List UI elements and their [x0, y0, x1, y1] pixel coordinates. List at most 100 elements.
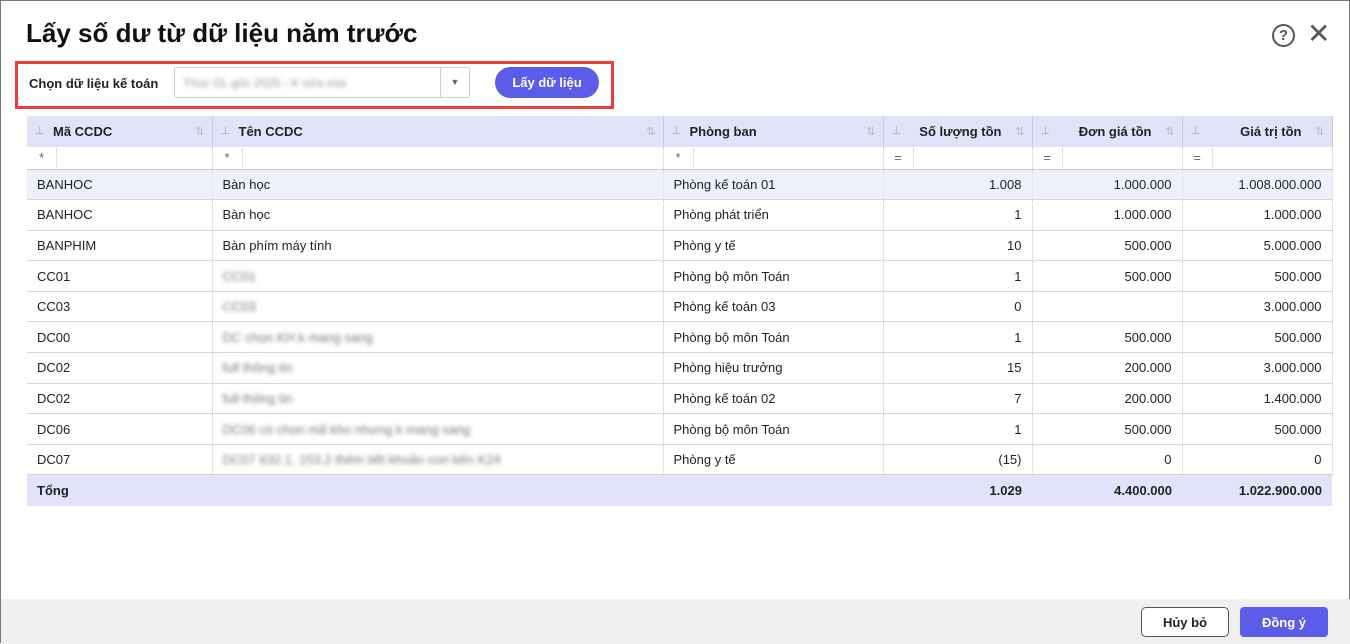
table-cell: 1: [883, 260, 1033, 292]
cell-text: CC03: [222, 299, 256, 315]
table-cell: 3.000.000: [1182, 352, 1333, 384]
table-row[interactable]: DC00 DC chọn KH k mang sang Phòng bộ môn T…: [27, 321, 1333, 354]
chevron-down-icon[interactable]: ▼: [440, 68, 469, 97]
pin-icon[interactable]: ⊥: [221, 124, 231, 137]
table-cell: 0: [1182, 444, 1333, 476]
cancel-button[interactable]: Hủy bỏ: [1141, 607, 1229, 637]
cell-text: BANHOC: [37, 176, 93, 192]
cell-text: full thông tin: [222, 390, 293, 406]
column-filter[interactable]: =: [883, 147, 1033, 170]
column-header[interactable]: ⊥ Tên CCDC ⇅: [212, 116, 664, 147]
column-filter[interactable]: *: [27, 147, 213, 170]
cell-text: 500.000: [1274, 268, 1322, 284]
table-row[interactable]: BANHOC Bàn học Phòng phát triển 1 1.000.000 1…: [27, 199, 1333, 231]
table-row[interactable]: DC06 DC06 có chọn mã kho nhưng k mang san…: [27, 413, 1333, 445]
sort-icon[interactable]: ⇅: [1165, 125, 1174, 138]
table-row[interactable]: BANHOC Bàn học Phòng kế toán 01 1.008 1.000.…: [27, 169, 1333, 201]
table-cell: 500.000: [1182, 321, 1333, 354]
table-row[interactable]: CC01 CC01 Phòng bộ môn Toán 1 500.000 500.000: [27, 260, 1333, 292]
table-cell: Phòng y tế: [663, 230, 884, 262]
table-cell: Phòng hiệu trưởng: [663, 352, 884, 384]
table-cell: Phòng kế toán 01: [663, 169, 884, 201]
cell-text: 1: [1014, 268, 1022, 284]
table-cell: Phòng y tế: [663, 444, 884, 476]
dialog-footer: Hủy bỏ Đồng ý: [1, 599, 1350, 644]
filter-operator[interactable]: *: [213, 147, 243, 168]
ok-button[interactable]: Đồng ý: [1240, 607, 1328, 637]
table-row[interactable]: BANPHIM Bàn phím máy tính Phòng y tế 10 500.…: [27, 230, 1333, 262]
table-cell: DC07 632.1, 153.2 thêm tiết khoản con bê…: [212, 444, 664, 476]
filter-operator[interactable]: =: [884, 147, 914, 168]
filter-operator[interactable]: *: [27, 147, 57, 168]
table-row[interactable]: DC02 full thông tin Phòng hiệu trưởng 15 200…: [27, 352, 1333, 384]
pin-icon[interactable]: ⊥: [35, 124, 45, 137]
sort-icon[interactable]: ⇅: [1315, 125, 1324, 138]
cell-text: Phòng y tế: [673, 237, 736, 253]
cell-text: 500.000: [1274, 329, 1322, 345]
cell-text: full thông tin: [222, 360, 293, 376]
column-header[interactable]: ⊥ Đơn giá tồn ⇅: [1032, 116, 1183, 147]
table-cell: 500.000: [1032, 260, 1183, 292]
table-cell: 1.400.000: [1182, 383, 1333, 415]
cell-text: 3.000.000: [1263, 299, 1322, 315]
column-filter[interactable]: *: [212, 147, 664, 170]
table-cell: CC03: [212, 291, 664, 323]
filter-operator[interactable]: *: [664, 147, 694, 168]
sort-icon[interactable]: ⇅: [195, 125, 204, 138]
cell-text: (15): [998, 452, 1022, 468]
cell-text: 1: [1014, 207, 1022, 223]
cell-text: 10: [1007, 237, 1022, 253]
sort-icon[interactable]: ⇅: [1015, 125, 1024, 138]
data-source-label: Chọn dữ liệu kế toán: [29, 76, 159, 91]
cell-text: 1.000.000: [1113, 176, 1172, 192]
table-cell: 500.000: [1032, 321, 1183, 354]
table-cell: [1032, 291, 1183, 323]
cell-text: 200.000: [1124, 390, 1172, 406]
data-source-select[interactable]: Thuc DL gốc 2025 - K sửa xóa ▼: [174, 67, 470, 98]
cell-text: 1.000.000: [1113, 207, 1172, 223]
table-row[interactable]: DC07 DC07 632.1, 153.2 thêm tiết khoản co…: [27, 444, 1333, 476]
table-cell: Bàn phím máy tính: [212, 230, 664, 262]
cell-text: 500.000: [1124, 421, 1172, 437]
cell-text: DC02: [37, 360, 71, 376]
table-cell: BANPHIM: [27, 230, 213, 262]
column-header[interactable]: ⊥ Giá trị tồn ⇅: [1182, 116, 1333, 147]
cell-text: 5.000.000: [1263, 237, 1322, 253]
table-cell: Phòng bộ môn Toán: [663, 413, 884, 445]
cell-text: CC03: [37, 299, 71, 315]
table-cell: DC06: [27, 413, 213, 445]
pin-icon[interactable]: ⊥: [1041, 124, 1051, 137]
sort-icon[interactable]: ⇅: [866, 125, 875, 138]
cell-text: Phòng kế toán 02: [673, 390, 776, 406]
table-cell: 500.000: [1032, 230, 1183, 262]
cell-text: DC chọn KH k mang sang: [222, 329, 373, 345]
pin-icon[interactable]: ⊥: [892, 124, 902, 137]
sort-icon[interactable]: ⇅: [646, 125, 655, 138]
cell-text: BANHOC: [37, 207, 93, 223]
table-cell: 500.000: [1182, 413, 1333, 445]
pin-icon[interactable]: ⊥: [672, 124, 682, 137]
column-filter[interactable]: =: [1032, 147, 1183, 170]
table-cell: 3.000.000: [1182, 291, 1333, 323]
cell-text: Phòng bộ môn Toán: [673, 421, 790, 437]
close-icon[interactable]: ✕: [1307, 19, 1330, 49]
table-row[interactable]: DC02 full thông tin Phòng kế toán 02 7 200.0…: [27, 383, 1333, 415]
pin-icon[interactable]: ⊥: [1191, 124, 1201, 137]
column-header[interactable]: ⊥ Phòng ban ⇅: [663, 116, 884, 147]
table-cell: DC02: [27, 383, 213, 415]
column-header[interactable]: ⊥ Số lượng tồn ⇅: [883, 116, 1033, 147]
table-row[interactable]: CC03 CC03 Phòng kế toán 03 0 3.000.000: [27, 291, 1333, 323]
cell-text: 500.000: [1124, 329, 1172, 345]
total-price: 4.400.000: [1032, 474, 1182, 506]
filter-operator[interactable]: =: [1033, 147, 1063, 168]
filter-operator[interactable]: =: [1183, 147, 1213, 168]
get-data-button[interactable]: Lấy dữ liệu: [495, 67, 599, 98]
table-cell: 1.000.000: [1032, 169, 1183, 201]
table-cell: DC00: [27, 321, 213, 354]
help-icon[interactable]: ?: [1272, 24, 1295, 47]
column-header[interactable]: ⊥ Mã CCDC ⇅: [27, 116, 213, 147]
column-filter[interactable]: *: [663, 147, 884, 170]
table-cell: 1.000.000: [1182, 199, 1333, 231]
column-filter[interactable]: =: [1182, 147, 1333, 170]
table-cell: CC01: [27, 260, 213, 292]
